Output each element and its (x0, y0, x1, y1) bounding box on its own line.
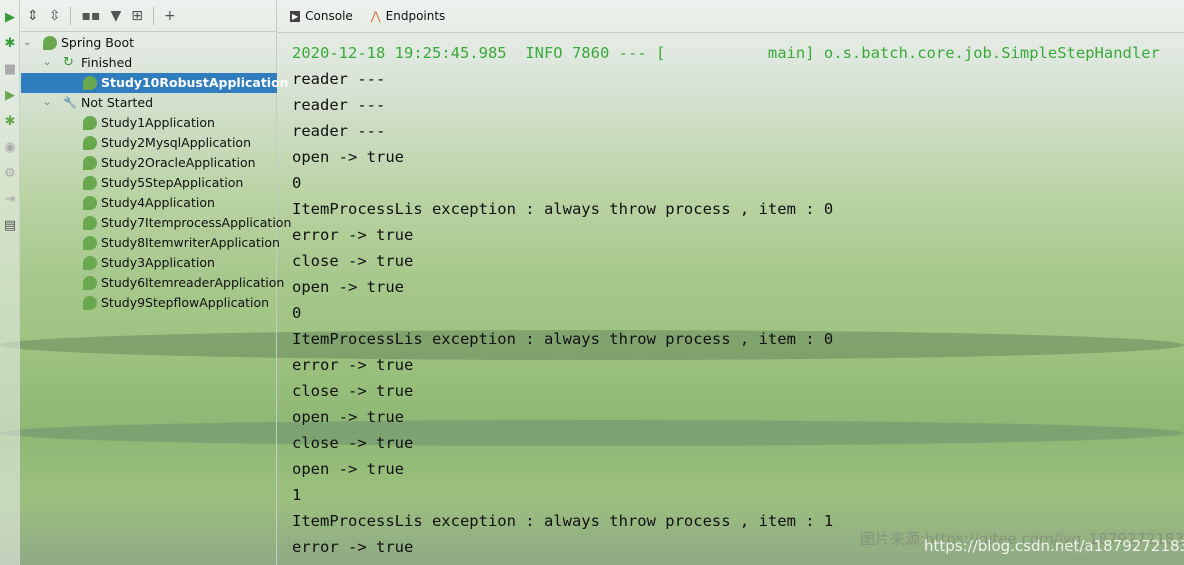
console-line: 0 (292, 174, 302, 192)
spring-boot-icon (83, 116, 97, 130)
tree-item-label: Study2MysqlApplication (101, 135, 251, 150)
tree-item-label: Study6ItemreaderApplication (101, 275, 285, 290)
console-line: reader --- (292, 70, 386, 88)
console-line: error -> true (292, 538, 414, 556)
tree-item-label: Study8ItemwriterApplication (101, 235, 280, 250)
chevron-down-icon[interactable]: ⌄ (23, 33, 31, 53)
stop-icon[interactable]: ■ (2, 62, 18, 78)
console-line: reader --- (292, 122, 386, 140)
console-line: open -> true (292, 408, 404, 426)
tree-item-label: Study2OracleApplication (101, 155, 256, 170)
spring-boot-icon (83, 296, 97, 310)
layout-icon[interactable]: ▤ (2, 218, 18, 234)
collapse-all-icon[interactable]: ⇳ (49, 8, 61, 24)
tree-item-label: Not Started (81, 95, 154, 110)
divider (152, 6, 154, 25)
tree-item-label: Study10RobustApplication (101, 75, 289, 90)
settings-icon[interactable]: ⚙ (2, 166, 18, 182)
endpoints-icon: ⋀ (370, 9, 381, 23)
console-line: close -> true (292, 434, 414, 452)
tree-item-label: Study9StepflowApplication (101, 295, 270, 310)
console-line: error -> true (292, 356, 414, 374)
left-toolbar: ▶ ✱ ■ ▶ ✱ ◉ ⚙ ⇥ ▤ (0, 0, 20, 565)
tree-toolbar: ⇕ ⇳ ▪▪ ▼ ⊞ + (21, 0, 276, 32)
tree-item-app[interactable]: Study7ItemprocessApplication (21, 213, 291, 233)
tree-item-label: Finished (81, 55, 133, 70)
spring-boot-icon (83, 76, 97, 90)
spring-boot-icon (83, 256, 97, 270)
tree-group-spring-boot[interactable]: ⌄ Spring Boot (21, 33, 277, 53)
console-line: close -> true (292, 252, 414, 270)
add-icon[interactable]: + (164, 8, 176, 24)
spring-boot-icon (83, 216, 97, 230)
tree-item-app[interactable]: Study3Application (21, 253, 277, 273)
tree-group-not-started[interactable]: ⌄ 🔧 Not Started (21, 93, 277, 113)
filter-icon[interactable]: ▼ (110, 8, 121, 24)
tree-item-app[interactable]: Study2OracleApplication (21, 153, 277, 173)
console-line: 0 (292, 304, 302, 322)
chevron-down-icon[interactable]: ⌄ (43, 93, 51, 113)
console-line: ItemProcessLis exception : always throw … (292, 200, 834, 218)
profile-icon[interactable]: ✱ (2, 114, 18, 130)
run-dashboard-tree: ⇕ ⇳ ▪▪ ▼ ⊞ + ⌄ Spring Boot ⌄ ↻ Finished Study… (21, 0, 291, 565)
spring-boot-icon (43, 36, 57, 50)
watermark: https://blog.csdn.net/a18792721831 (924, 537, 1184, 555)
spring-boot-icon (83, 136, 97, 150)
tree-item-label: Study5StepApplication (101, 175, 244, 190)
spring-boot-icon (83, 196, 97, 210)
wrench-icon: 🔧 (63, 96, 77, 109)
tree-item-label: Study3Application (101, 255, 215, 270)
run-icon[interactable]: ▶ (2, 10, 18, 26)
spring-boot-icon (83, 276, 97, 290)
divider (70, 6, 72, 25)
tree-item-app[interactable]: Study8ItemwriterApplication (21, 233, 280, 253)
tree-item-label: Study4Application (101, 195, 215, 210)
tree-item-app[interactable]: Study5StepApplication (21, 173, 277, 193)
console-line: reader --- (292, 96, 386, 114)
tree-item-label: Spring Boot (61, 35, 135, 50)
console-line: open -> true (292, 460, 404, 478)
console-line: error -> true (292, 226, 414, 244)
console-icon: ▶ (290, 10, 301, 22)
expand-all-icon[interactable]: ⇕ (27, 8, 39, 24)
console-panel: ▶ Console ⋀ Endpoints 2020-12-18 19:25:45.9… (278, 0, 1184, 565)
console-tabs: ▶ Console ⋀ Endpoints (278, 0, 1184, 33)
console-line: open -> true (292, 278, 404, 296)
tree-item-label: Study7ItemprocessApplication (101, 215, 292, 230)
console-line: ItemProcessLis exception : always throw … (292, 330, 834, 348)
spring-boot-icon (83, 176, 97, 190)
spring-boot-icon (83, 236, 97, 250)
tab-label: Console (305, 9, 353, 23)
chevron-down-icon[interactable]: ⌄ (43, 53, 51, 73)
tree-group-finished[interactable]: ⌄ ↻ Finished (21, 53, 277, 73)
console-line: close -> true (292, 382, 414, 400)
camera-icon[interactable]: ◉ (2, 140, 18, 156)
console-line: 2020-12-18 19:25:45.985 INFO 7860 --- [ … (292, 44, 1160, 62)
tab-endpoints[interactable]: ⋀ Endpoints (371, 9, 446, 23)
console-line: ItemProcessLis exception : always throw … (292, 512, 834, 530)
group-icon[interactable]: ▪▪ (81, 8, 100, 24)
debug-icon[interactable]: ✱ (2, 36, 18, 52)
tree-item-app[interactable]: Study4Application (21, 193, 277, 213)
spring-boot-icon (83, 156, 97, 170)
tree-item-app[interactable]: Study6ItemreaderApplication (21, 273, 284, 293)
tree-item-app[interactable]: Study10RobustApplication (21, 73, 289, 93)
run-with-coverage-icon[interactable]: ▶ (2, 88, 18, 104)
rerun-icon: ↻ (63, 55, 74, 70)
tree-item-app[interactable]: Study2MysqlApplication (21, 133, 277, 153)
tree-item-label: Study1Application (101, 115, 215, 130)
exit-icon[interactable]: ⇥ (2, 192, 18, 208)
tree-item-app[interactable]: Study1Application (21, 113, 277, 133)
add-configuration-icon[interactable]: ⊞ (131, 8, 143, 24)
console-line: 1 (292, 486, 302, 504)
tree-item-app[interactable]: Study9StepflowApplication (21, 293, 277, 313)
tab-label: Endpoints (385, 9, 446, 23)
tab-console[interactable]: ▶ Console (290, 9, 353, 23)
console-line: open -> true (292, 148, 404, 166)
